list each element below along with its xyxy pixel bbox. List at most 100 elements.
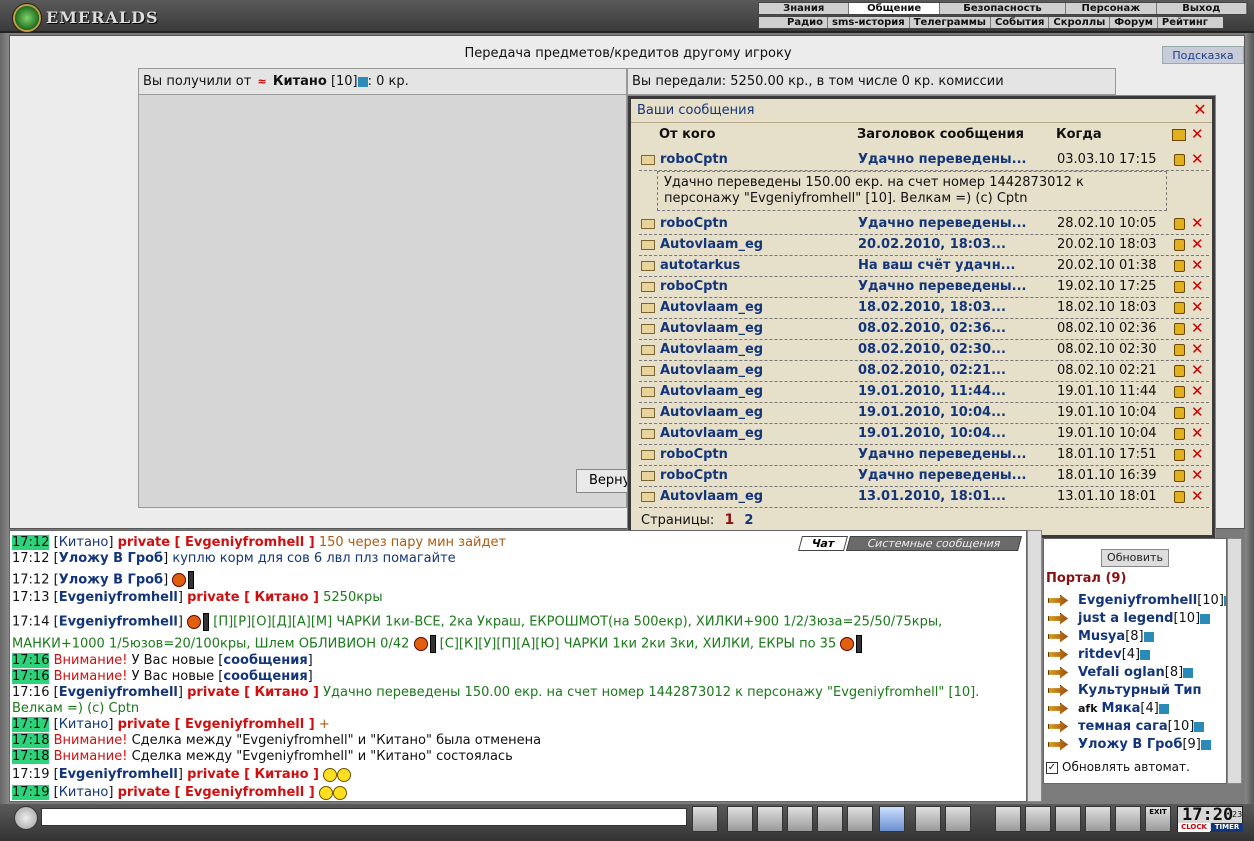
private-arrow-icon[interactable] xyxy=(1048,702,1068,715)
private-arrow-icon[interactable] xyxy=(1048,684,1068,697)
message-row[interactable]: Autovlaam_eg 13.01.2010, 18:01... 13.01.10… xyxy=(639,487,1209,508)
message-from[interactable]: autotarkus xyxy=(660,258,740,273)
delete-icon[interactable]: ✕ xyxy=(1191,150,1204,168)
message-subject[interactable]: Удачно переведены... xyxy=(858,216,1048,231)
message-row[interactable]: roboCptn Удачно переведены... 19.02.10 17:… xyxy=(639,277,1209,298)
lock-icon[interactable] xyxy=(1174,428,1185,440)
nav-telegrams[interactable]: Телеграммы xyxy=(910,17,991,28)
private-arrow-icon[interactable] xyxy=(1048,738,1068,751)
user-list-item[interactable]: ritdev[4] xyxy=(1048,647,1151,662)
nav-sms-history[interactable]: sms-история xyxy=(828,17,910,28)
user-list-item[interactable]: just a legend[10] xyxy=(1048,611,1211,626)
lock-icon[interactable] xyxy=(1174,302,1185,314)
chat-input[interactable] xyxy=(41,808,687,826)
delete-icon[interactable]: ✕ xyxy=(1191,382,1204,400)
message-row[interactable]: Autovlaam_eg 18.02.2010, 18:03... 18.02.10… xyxy=(639,298,1209,319)
message-row[interactable]: Autovlaam_eg 08.02.2010, 02:30... 08.02.10… xyxy=(639,340,1209,361)
message-row[interactable]: autotarkus На ваш счёт удачн... 20.02.10 0… xyxy=(639,256,1209,277)
user-list-item[interactable]: Evgeniyfromhell[10] xyxy=(1048,593,1226,608)
info-icon[interactable] xyxy=(1143,631,1154,642)
delete-icon[interactable]: ✕ xyxy=(1191,256,1204,274)
private-tag[interactable]: private [ Китано ] xyxy=(187,685,319,700)
message-subject[interactable]: 20.02.2010, 18:03... xyxy=(858,237,1048,252)
info-icon[interactable] xyxy=(1158,703,1169,714)
private-tag[interactable]: private [ Evgeniyfromhell ] xyxy=(118,717,315,732)
message-from[interactable]: Autovlaam_eg xyxy=(660,342,763,357)
message-row[interactable]: Autovlaam_eg 08.02.2010, 02:21... 08.02.10… xyxy=(639,361,1209,382)
eraser-icon[interactable] xyxy=(727,806,753,832)
nav-character[interactable]: Персонаж xyxy=(1066,3,1157,14)
delete-icon[interactable]: ✕ xyxy=(1191,466,1204,484)
delete-icon[interactable]: ✕ xyxy=(1191,277,1204,295)
message-from[interactable]: roboCptn xyxy=(660,468,728,483)
delete-icon[interactable]: ✕ xyxy=(1191,487,1204,505)
message-subject[interactable]: 08.02.2010, 02:21... xyxy=(858,363,1048,378)
timer-label[interactable]: TIMER xyxy=(1211,823,1243,832)
nav-scrolls[interactable]: Скроллы xyxy=(1049,17,1111,28)
send-icon[interactable] xyxy=(692,806,718,832)
quest-icon[interactable] xyxy=(1025,806,1051,832)
close-icon[interactable]: ✕ xyxy=(1192,102,1208,118)
save-icon[interactable] xyxy=(787,806,813,832)
lock-icon[interactable] xyxy=(1174,281,1185,293)
smiley-picker-icon[interactable] xyxy=(915,806,941,832)
users-scrollbar[interactable] xyxy=(1227,538,1242,784)
nav-forum[interactable]: Форум xyxy=(1110,17,1158,28)
message-subject[interactable]: 19.01.2010, 10:04... xyxy=(858,426,1048,441)
message-subject[interactable]: 19.01.2010, 11:44... xyxy=(858,384,1048,399)
user-name[interactable]: Evgeniyfromhell xyxy=(1078,593,1197,608)
lock-icon[interactable] xyxy=(1174,344,1185,356)
auto-refresh-option[interactable]: ✓ Обновлять автомат. xyxy=(1046,760,1190,774)
message-from[interactable]: roboCptn xyxy=(660,152,728,167)
info-icon[interactable] xyxy=(1140,649,1151,660)
user-name[interactable]: Vefali oglan xyxy=(1078,665,1165,680)
lock-icon[interactable] xyxy=(1174,218,1185,230)
exit-button[interactable]: EXIT xyxy=(1145,806,1171,832)
delete-icon[interactable]: ✕ xyxy=(1191,319,1204,337)
message-subject[interactable]: На ваш счёт удачн... xyxy=(858,258,1048,273)
private-arrow-icon[interactable] xyxy=(1048,594,1068,607)
delete-all-icon[interactable]: ✕ xyxy=(1191,125,1204,143)
received-nick[interactable]: Китано xyxy=(273,74,327,89)
chat-nick[interactable]: Evgeniyfromhell xyxy=(59,615,178,630)
refresh-button[interactable]: Обновить xyxy=(1101,549,1169,567)
nav-events[interactable]: События xyxy=(991,17,1050,28)
inventory-icon[interactable] xyxy=(995,806,1021,832)
user-list-item[interactable]: Musya[8] xyxy=(1048,629,1154,644)
user-list-item[interactable]: Vefali oglan[8] xyxy=(1048,665,1194,680)
clock-label[interactable]: CLOCK xyxy=(1178,823,1210,832)
speaker-icon[interactable] xyxy=(14,806,38,830)
user-name[interactable]: темная сага xyxy=(1078,719,1168,734)
user-name[interactable]: Мяка xyxy=(1102,701,1141,716)
private-tag[interactable]: private [ Китано ] xyxy=(187,767,319,782)
private-arrow-icon[interactable] xyxy=(1048,630,1068,643)
page-link[interactable]: 2 xyxy=(744,513,753,528)
info-icon[interactable] xyxy=(1183,667,1194,678)
user-name[interactable]: ritdev xyxy=(1078,647,1122,662)
private-toggle-icon[interactable] xyxy=(847,806,873,832)
chat-nick[interactable]: Китано xyxy=(59,717,109,732)
delete-icon[interactable]: ✕ xyxy=(1191,340,1204,358)
message-row[interactable]: roboCptn Удачно переведены... 28.02.10 10:… xyxy=(639,214,1209,235)
message-subject[interactable]: Удачно переведены... xyxy=(858,279,1048,294)
message-from[interactable]: Autovlaam_eg xyxy=(660,300,763,315)
lock-icon[interactable] xyxy=(1174,470,1185,482)
delete-icon[interactable]: ✕ xyxy=(1191,403,1204,421)
user-name[interactable]: Musya xyxy=(1078,629,1125,644)
delete-icon[interactable]: ✕ xyxy=(1191,361,1204,379)
message-subject[interactable]: Удачно переведены... xyxy=(858,447,1048,462)
delete-icon[interactable]: ✕ xyxy=(1191,445,1204,463)
info-icon[interactable] xyxy=(1200,613,1211,624)
chat-nick[interactable]: Evgeniyfromhell xyxy=(59,590,178,605)
message-from[interactable]: roboCptn xyxy=(660,447,728,462)
helmet-icon[interactable] xyxy=(945,806,971,832)
message-from[interactable]: Autovlaam_eg xyxy=(660,237,763,252)
private-arrow-icon[interactable] xyxy=(1048,666,1068,679)
return-button[interactable]: Верну xyxy=(576,469,636,493)
lock-icon[interactable] xyxy=(1174,365,1185,377)
chat-nick[interactable]: Evgeniyfromhell xyxy=(59,767,178,782)
messages-link[interactable]: сообщения xyxy=(223,669,307,684)
nav-exit[interactable]: Выход xyxy=(1157,3,1247,14)
open-all-icon[interactable] xyxy=(1172,129,1186,141)
chat-scrollbar[interactable] xyxy=(1027,530,1042,802)
